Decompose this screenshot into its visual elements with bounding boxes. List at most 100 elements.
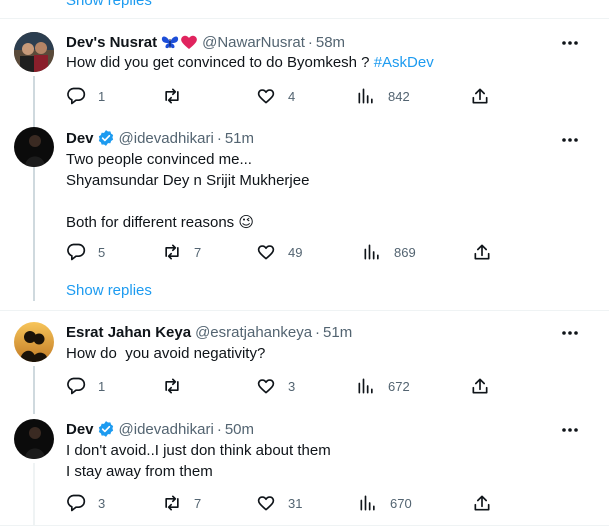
like-button[interactable]: 49 bbox=[256, 242, 302, 262]
divider bbox=[0, 18, 609, 19]
tweet-header: Esrat Jahan Keya @esratjahankeya · 51m bbox=[66, 322, 352, 342]
author-handle[interactable]: @idevadhikari bbox=[119, 130, 214, 147]
author-name[interactable]: Esrat Jahan Keya bbox=[66, 324, 191, 341]
share-button[interactable] bbox=[470, 376, 490, 396]
retweet-button[interactable] bbox=[162, 86, 194, 106]
like-button[interactable]: 4 bbox=[256, 86, 295, 106]
views-button[interactable]: 672 bbox=[356, 376, 410, 396]
reply-count: 3 bbox=[98, 495, 106, 511]
author-name[interactable]: Dev's Nusrat bbox=[66, 34, 157, 51]
heart-icon bbox=[181, 35, 197, 49]
like-icon bbox=[257, 245, 275, 260]
avatar[interactable] bbox=[14, 419, 54, 459]
tweet-actions: 3 7 31 670 bbox=[66, 493, 496, 513]
butterfly-icon bbox=[161, 36, 179, 49]
separator-dot: · bbox=[315, 323, 321, 341]
author-handle[interactable]: @idevadhikari bbox=[119, 421, 214, 438]
reply-icon bbox=[67, 243, 86, 261]
name-emoji bbox=[161, 34, 198, 50]
more-options-icon[interactable] bbox=[561, 421, 579, 439]
author-name[interactable]: Dev bbox=[66, 130, 94, 147]
like-count: 49 bbox=[288, 244, 303, 260]
tweet-actions: 1 3 672 bbox=[66, 376, 496, 396]
views-button[interactable]: 670 bbox=[358, 493, 412, 513]
timestamp[interactable]: 50m bbox=[225, 421, 254, 438]
views-button[interactable]: 842 bbox=[356, 86, 410, 106]
avatar[interactable] bbox=[14, 127, 54, 167]
show-replies-link[interactable]: Show replies bbox=[66, 282, 152, 299]
tweet-actions: 5 7 49 869 bbox=[66, 242, 496, 262]
reply-button[interactable]: 1 bbox=[66, 376, 105, 396]
reply-icon bbox=[67, 494, 86, 512]
retweet-icon bbox=[165, 244, 179, 260]
retweet-icon bbox=[165, 378, 179, 394]
verified-badge-icon bbox=[97, 129, 115, 147]
separator-dot: · bbox=[216, 420, 222, 438]
like-button[interactable]: 3 bbox=[256, 376, 295, 396]
more-options-icon[interactable] bbox=[561, 324, 579, 342]
views-icon bbox=[358, 88, 373, 104]
tweet-header: Dev's Nusrat @NawarNusrat · 58m bbox=[66, 32, 345, 52]
share-icon bbox=[472, 378, 488, 394]
hashtag-link[interactable]: #AskDev bbox=[374, 54, 434, 71]
timestamp[interactable]: 58m bbox=[316, 34, 345, 51]
reply-button[interactable]: 1 bbox=[66, 86, 105, 106]
author-handle[interactable]: @esratjahankeya bbox=[195, 324, 312, 341]
retweet-icon bbox=[165, 495, 179, 511]
author-name[interactable]: Dev bbox=[66, 421, 94, 438]
divider bbox=[0, 310, 609, 311]
views-icon bbox=[360, 495, 375, 511]
thread-line bbox=[33, 366, 35, 414]
verified-badge-icon bbox=[97, 420, 115, 438]
like-icon bbox=[257, 379, 275, 394]
views-count: 842 bbox=[388, 88, 410, 104]
share-button[interactable] bbox=[472, 493, 492, 513]
separator-dot: · bbox=[216, 129, 222, 147]
avatar[interactable] bbox=[14, 322, 54, 362]
tweet-text: I don't avoid..I just don think about th… bbox=[66, 442, 331, 480]
like-icon bbox=[257, 89, 275, 104]
share-button[interactable] bbox=[470, 86, 490, 106]
views-button[interactable]: 869 bbox=[362, 242, 416, 262]
tweet-text: How do you avoid negativity? bbox=[66, 345, 266, 362]
like-icon bbox=[257, 496, 275, 511]
reply-button[interactable]: 3 bbox=[66, 493, 105, 513]
avatar[interactable] bbox=[14, 32, 54, 72]
reply-button[interactable]: 5 bbox=[66, 242, 105, 262]
thread-line bbox=[33, 76, 35, 301]
like-count: 3 bbox=[288, 378, 296, 394]
retweet-button[interactable] bbox=[162, 376, 194, 396]
tweet-actions: 1 4 842 bbox=[66, 86, 496, 106]
share-button[interactable] bbox=[472, 242, 492, 262]
separator-dot: · bbox=[307, 33, 313, 51]
views-count: 869 bbox=[394, 244, 416, 260]
timestamp[interactable]: 51m bbox=[225, 130, 254, 147]
tweet-text-plain: How did you get convinced to do Byomkesh… bbox=[66, 54, 374, 71]
reply-count: 1 bbox=[98, 88, 106, 104]
tweet-text: Two people convinced me... Shyamsundar D… bbox=[66, 151, 310, 231]
tweet-text: How did you get convinced to do Byomkesh… bbox=[66, 53, 434, 73]
like-button[interactable]: 31 bbox=[256, 493, 302, 513]
retweet-count: 7 bbox=[194, 495, 202, 511]
thread-dots bbox=[33, 281, 35, 296]
retweet-button[interactable]: 7 bbox=[162, 242, 201, 262]
reply-count: 5 bbox=[98, 244, 106, 260]
like-count: 4 bbox=[288, 88, 296, 104]
views-icon bbox=[358, 378, 373, 394]
show-replies-link-top[interactable]: Show replies bbox=[66, 0, 152, 9]
thread-line bbox=[33, 463, 35, 529]
share-icon bbox=[474, 495, 490, 511]
more-options-icon[interactable] bbox=[561, 131, 579, 149]
more-options-icon[interactable] bbox=[561, 34, 579, 52]
timestamp[interactable]: 51m bbox=[323, 324, 352, 341]
retweet-count: 7 bbox=[194, 244, 202, 260]
retweet-button[interactable]: 7 bbox=[162, 493, 201, 513]
bottom-edge bbox=[0, 525, 609, 529]
views-count: 672 bbox=[388, 378, 410, 394]
views-count: 670 bbox=[390, 495, 412, 511]
reply-count: 1 bbox=[98, 378, 106, 394]
author-handle[interactable]: @NawarNusrat bbox=[202, 34, 305, 51]
reply-icon bbox=[67, 377, 86, 395]
share-icon bbox=[474, 244, 490, 260]
share-icon bbox=[472, 88, 488, 104]
